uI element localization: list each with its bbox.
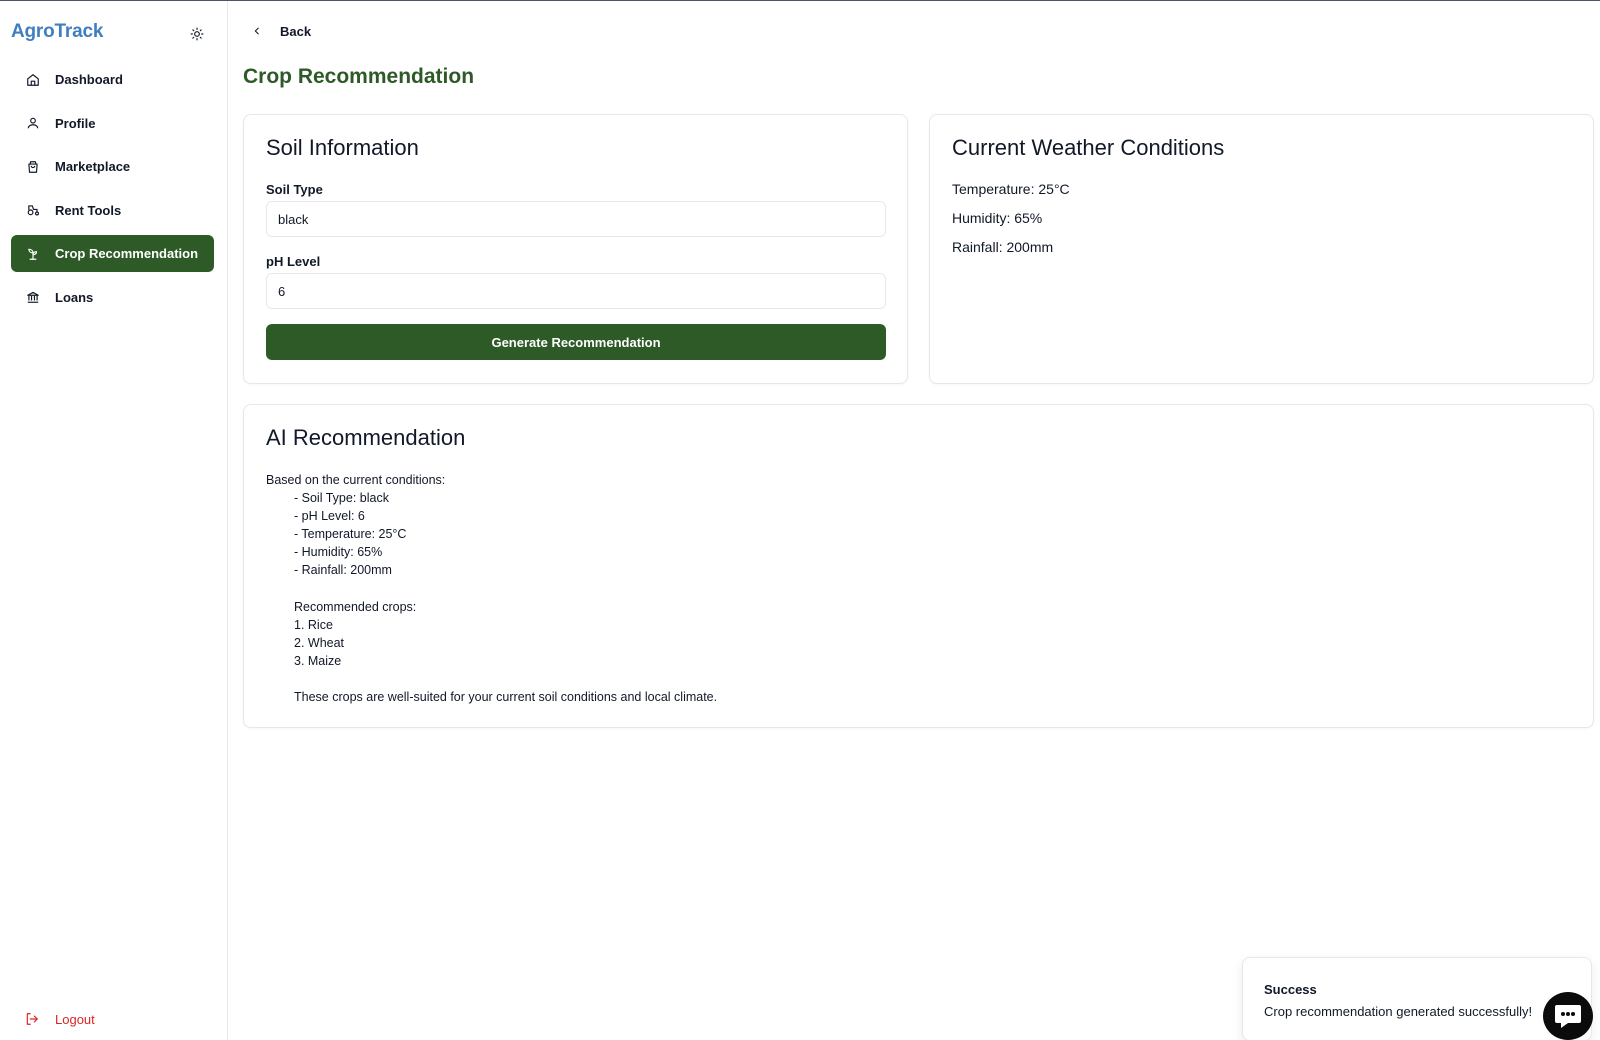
toast-message: Crop recommendation generated successful… [1264, 1004, 1533, 1019]
sidebar-item-profile[interactable]: Profile [11, 105, 214, 142]
condition-item: - Temperature: 25°C [294, 527, 407, 542]
sidebar-item-label: Profile [55, 115, 96, 131]
crop-item: 1. Rice [294, 617, 333, 632]
weather-conditions-card: Current Weather Conditions Temperature: … [929, 114, 1594, 384]
ph-level-label: pH Level [266, 254, 321, 269]
user-icon [25, 115, 41, 131]
recommendation-text: Based on the current conditions: - Soil … [266, 471, 717, 706]
ai-recommendation-card: AI Recommendation Based on the current c… [243, 404, 1594, 728]
soil-type-input[interactable] [266, 201, 886, 237]
recommendation-intro: Based on the current conditions: [266, 473, 446, 487]
sidebar-item-loans[interactable]: Loans [11, 279, 214, 316]
sidebar-item-crop-recommendation[interactable]: Crop Recommendation [11, 235, 214, 272]
brand-logo[interactable]: AgroTrack [11, 21, 103, 43]
weather-card-title: Current Weather Conditions [952, 135, 1225, 160]
soil-information-card: Soil Information Soil Type pH Level Gene… [243, 114, 908, 384]
sidebar-item-marketplace[interactable]: Marketplace [11, 148, 214, 185]
sidebar: AgroTrack Dashboard Profile Marketplace [0, 1, 228, 1040]
back-button[interactable]: Back [252, 23, 311, 39]
condition-item: - Soil Type: black [294, 491, 389, 506]
recommendation-closing: These crops are well-suited for your cur… [294, 690, 718, 705]
logout-label: Logout [55, 1011, 95, 1027]
logout-button[interactable]: Logout [25, 1011, 95, 1027]
logout-icon [25, 1011, 41, 1027]
chevron-left-icon [252, 23, 268, 39]
chat-icon [1555, 1005, 1581, 1028]
page-title: Crop Recommendation [243, 65, 475, 88]
sidebar-item-label: Loans [55, 289, 94, 305]
sidebar-item-label: Rent Tools [55, 202, 122, 218]
back-label: Back [280, 23, 312, 39]
sprout-icon [25, 246, 41, 262]
soil-type-label: Soil Type [266, 182, 323, 197]
tractor-icon [25, 202, 41, 218]
generate-recommendation-button[interactable]: Generate Recommendation [266, 324, 886, 360]
temperature-text: Temperature: 25°C [952, 181, 1070, 197]
sidebar-item-rent-tools[interactable]: Rent Tools [11, 192, 214, 229]
sidebar-item-label: Crop Recommendation [55, 246, 199, 261]
shopping-bag-icon [25, 159, 41, 175]
condition-item: - Humidity: 65% [294, 545, 383, 560]
sidebar-nav: Dashboard Profile Marketplace Rent Tools… [11, 61, 214, 322]
success-toast[interactable]: Success Crop recommendation generated su… [1242, 957, 1592, 1040]
crops-heading: Recommended crops: [294, 599, 417, 614]
condition-item: - Rainfall: 200mm [294, 563, 392, 578]
condition-item: - pH Level: 6 [294, 509, 365, 524]
soil-card-title: Soil Information [266, 135, 419, 160]
ph-level-input[interactable] [266, 273, 886, 309]
bank-icon [25, 289, 41, 305]
theme-toggle-button[interactable] [186, 23, 208, 45]
chat-button[interactable] [1543, 992, 1593, 1040]
sidebar-item-dashboard[interactable]: Dashboard [11, 61, 214, 98]
sidebar-item-label: Dashboard [55, 72, 123, 87]
sidebar-item-label: Marketplace [55, 159, 131, 174]
home-icon [25, 72, 41, 88]
crop-item: 2. Wheat [294, 635, 345, 650]
toast-title: Success [1264, 982, 1317, 997]
ai-card-title: AI Recommendation [266, 425, 466, 450]
crop-item: 3. Maize [294, 653, 342, 668]
rainfall-text: Rainfall: 200mm [952, 239, 1054, 255]
sun-icon [190, 27, 204, 41]
humidity-text: Humidity: 65% [952, 210, 1043, 226]
